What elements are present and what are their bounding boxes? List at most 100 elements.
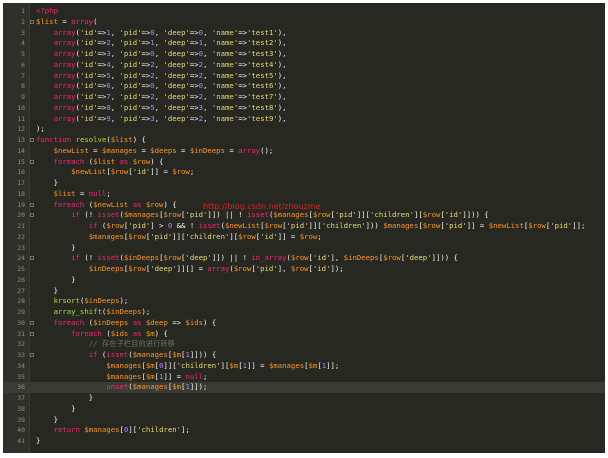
code-line[interactable]: 6 array('id'=>4, 'pid'=>2, 'deep'=>2, 'n… bbox=[3, 60, 605, 71]
fold-toggle-icon[interactable] bbox=[30, 320, 34, 325]
code-lines[interactable]: 1 <?php 2 $list = array(3 array('id'=>1, 'p… bbox=[3, 6, 605, 447]
line-number: 21 bbox=[17, 222, 25, 230]
code-line[interactable]: 8 array('id'=>6, 'pid'=>0, 'deep'=>0, 'n… bbox=[3, 81, 605, 92]
code-token: => bbox=[189, 113, 199, 123]
code-line[interactable]: 31 foreach ($ids as $m) { bbox=[3, 329, 605, 340]
code-line[interactable]: 14 $newList = $manages = $deeps = $inDee… bbox=[3, 146, 605, 157]
code-line[interactable]: 13 function resolve($list) { bbox=[3, 135, 605, 146]
code-token: $inDeeps bbox=[93, 317, 129, 327]
code-line[interactable]: 32 // 存在子栏目的进行转移 bbox=[3, 339, 605, 350]
code-line[interactable]: 36 unset($manages[$m[1]]); bbox=[3, 382, 605, 393]
code-line[interactable]: 26 } bbox=[3, 275, 605, 286]
code-token: (! bbox=[79, 210, 98, 220]
code-token: 'test7' bbox=[247, 92, 278, 101]
code-token: => bbox=[141, 38, 151, 48]
fold-toggle-icon[interactable] bbox=[30, 353, 34, 357]
code-token: isset bbox=[246, 210, 269, 220]
code-text: krsort($inDeeps); bbox=[36, 296, 129, 307]
fold-toggle-icon[interactable] bbox=[30, 19, 34, 24]
code-line[interactable]: 9 array('id'=>7, 'pid'=>2, 'deep'=>2, 'n… bbox=[3, 92, 605, 103]
code-line[interactable]: 37 } bbox=[3, 393, 605, 404]
code-token: array bbox=[36, 38, 76, 48]
code-token: ]])) { bbox=[431, 253, 458, 263]
code-token: 'pid' bbox=[119, 27, 142, 37]
fold-toggle-icon[interactable] bbox=[30, 159, 34, 164]
code-token: $newList bbox=[53, 145, 89, 155]
code-token: array bbox=[36, 49, 76, 58]
code-line[interactable]: 1 <?php bbox=[3, 6, 605, 17]
code-token: 'id' bbox=[79, 81, 98, 91]
code-token: $row bbox=[299, 231, 318, 241]
code-line[interactable]: 27 } bbox=[3, 286, 605, 297]
code-token: , bbox=[110, 49, 120, 58]
code-token: ), bbox=[277, 27, 287, 37]
code-token: return bbox=[53, 425, 80, 435]
code-token: 'pid' bbox=[334, 210, 357, 220]
line-number: 15 bbox=[17, 157, 25, 166]
line-number: 7 bbox=[21, 71, 25, 80]
code-token: $manages bbox=[101, 145, 138, 155]
code-token: as bbox=[115, 156, 133, 166]
code-line[interactable]: 4 array('id'=>2, 'pid'=>1, 'deep'=>1, 'n… bbox=[3, 38, 605, 49]
code-line[interactable]: 24 if (! isset($inDeeps[$row['deep']]) |… bbox=[3, 253, 605, 264]
code-line[interactable]: 33 if (isset($manages[$m[1]])) { bbox=[3, 350, 605, 361]
code-token: ]]; bbox=[326, 360, 340, 370]
code-token: $row bbox=[132, 156, 151, 166]
code-token: ( bbox=[97, 221, 107, 230]
code-line[interactable]: 2 $list = array( bbox=[3, 17, 605, 28]
code-line[interactable]: 25 $inDeeps[$row['deep']][] = array($row… bbox=[3, 264, 605, 275]
code-token: } bbox=[36, 393, 94, 402]
code-line[interactable]: 21 if ($row['pid'] > 0 && ! isset($newLi… bbox=[3, 221, 605, 232]
code-line[interactable]: 38 } bbox=[3, 404, 605, 415]
code-line[interactable]: 15 foreach ($list as $row) { bbox=[3, 157, 605, 168]
code-token: $list bbox=[36, 16, 58, 26]
code-line[interactable]: 28 krsort($inDeeps); bbox=[3, 296, 605, 307]
code-text: array('id'=>2, 'pid'=>1, 'deep'=>1, 'nam… bbox=[36, 38, 287, 49]
code-line[interactable]: 3 array('id'=>1, 'pid'=>0, 'deep'=>0, 'n… bbox=[3, 28, 605, 39]
code-line[interactable]: 10 array('id'=>8, 'pid'=>5, 'deep'=>3, '… bbox=[3, 103, 605, 114]
code-editor[interactable]: 1 <?php 2 $list = array(3 array('id'=>1, 'p… bbox=[3, 3, 605, 453]
code-line[interactable]: 30 foreach ($inDeeps as $deep => $ids) { bbox=[3, 318, 605, 329]
code-line[interactable]: 35 $manages[$m[1]] = null; bbox=[3, 372, 605, 383]
fold-toggle-icon[interactable] bbox=[30, 138, 34, 142]
code-token: 'id' bbox=[79, 38, 98, 48]
code-token: $inDeeps bbox=[123, 253, 160, 263]
code-token: 'deep' bbox=[163, 81, 190, 91]
code-line[interactable]: 40 return $manages[0]['children']; bbox=[3, 425, 605, 436]
code-token: array bbox=[238, 145, 261, 155]
line-number: 13 bbox=[17, 136, 25, 144]
code-token: 'id' bbox=[444, 210, 463, 220]
code-line[interactable]: 34 $manages[$m[0]]['children'][$m[1]] = … bbox=[3, 361, 605, 372]
fold-toggle-icon[interactable] bbox=[30, 331, 34, 336]
code-line[interactable]: 41} bbox=[3, 436, 605, 447]
code-text: if (! isset($manages[$row['pid']]) || ! … bbox=[36, 210, 489, 221]
line-number: 27 bbox=[17, 286, 25, 295]
code-line[interactable]: 16 $newList[$row['id']] = $row; bbox=[3, 167, 605, 178]
code-line[interactable]: 22 $manages[$row['pid']]['children'][$ro… bbox=[3, 232, 605, 243]
code-line[interactable]: 11 array('id'=>9, 'pid'=>3, 'deep'=>2, '… bbox=[3, 114, 605, 125]
code-token: => bbox=[189, 27, 199, 37]
fold-toggle-icon[interactable] bbox=[30, 256, 34, 261]
fold-toggle-icon[interactable] bbox=[30, 213, 34, 218]
code-token: $inDeeps bbox=[343, 253, 379, 263]
code-line[interactable]: 23 } bbox=[3, 243, 605, 254]
code-text: if (isset($manages[$m[1]])) { bbox=[36, 350, 217, 361]
code-line[interactable]: 18 $list = null; bbox=[3, 189, 605, 200]
fold-toggle-icon[interactable] bbox=[30, 202, 34, 207]
code-token: 'pid' bbox=[119, 38, 142, 48]
code-line[interactable]: 7 array('id'=>5, 'pid'=>2, 'deep'=>2, 'n… bbox=[3, 71, 605, 82]
code-line[interactable]: 5 array('id'=>3, 'pid'=>0, 'deep'=>0, 'n… bbox=[3, 49, 605, 60]
code-token: 'pid' bbox=[119, 102, 142, 112]
code-line[interactable]: 17 } bbox=[3, 178, 605, 189]
code-token: array bbox=[36, 70, 76, 80]
code-line[interactable]: 39 } bbox=[3, 415, 605, 426]
code-line[interactable]: 29 array_shift($inDeeps); bbox=[3, 307, 605, 318]
code-line[interactable]: 20 if (! isset($manages[$row['pid']]) ||… bbox=[3, 210, 605, 221]
code-token: isset bbox=[198, 221, 221, 230]
code-line[interactable]: 12); bbox=[3, 124, 605, 135]
